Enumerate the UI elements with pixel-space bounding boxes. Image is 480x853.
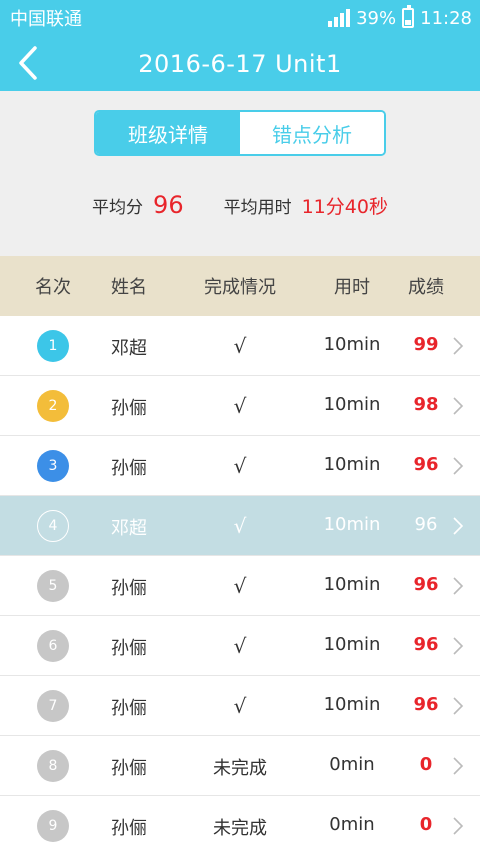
completion-status: √ (233, 694, 247, 718)
time-spent: 10min (323, 514, 381, 535)
time-spent: 10min (323, 334, 381, 355)
header-score: 成绩 (408, 277, 444, 298)
avg-time-value: 11分40秒 (301, 196, 388, 218)
time-spent: 10min (323, 574, 381, 595)
header-time: 用时 (334, 277, 370, 298)
student-name: 孙俪 (111, 458, 147, 479)
chevron-right-icon (453, 397, 464, 415)
table-row[interactable]: 1 邓超 √ 10min 99 (0, 316, 480, 376)
score: 0 (419, 754, 433, 775)
carrier-name: 中国联通 (10, 9, 82, 30)
completion-status: 未完成 (213, 818, 267, 839)
time-spent: 10min (323, 694, 381, 715)
chevron-left-icon (19, 46, 37, 80)
battery-icon (402, 5, 415, 28)
time-spent: 0min (329, 754, 375, 775)
status-bar: 中国联通 39% 11:28 (0, 0, 480, 36)
rank-badge: 8 (37, 750, 69, 782)
completion-status: √ (233, 574, 247, 598)
score: 98 (413, 394, 439, 415)
nav-bar: 2016-6-17 Unit1 (0, 36, 480, 91)
header-name: 姓名 (111, 277, 147, 298)
tab-switcher: 班级详情 错点分析 (94, 110, 386, 156)
avg-score: 平均分 96 (92, 191, 184, 219)
student-name: 邓超 (111, 338, 147, 359)
tab-class-details[interactable]: 班级详情 (96, 112, 240, 154)
back-button[interactable] (10, 41, 46, 85)
score: 96 (413, 454, 439, 475)
student-name: 邓超 (111, 518, 147, 539)
completion-status: √ (233, 334, 247, 358)
chevron-right-icon (453, 637, 464, 655)
completion-status: √ (233, 514, 247, 538)
rank-badge: 5 (37, 570, 69, 602)
rank-badge: 2 (37, 390, 69, 422)
table-header: 名次 姓名 完成情况 用时 成绩 (0, 256, 480, 316)
signal-icon (328, 9, 351, 27)
app-header: 中国联通 39% 11:28 2016-6-17 Unit1 (0, 0, 480, 91)
rank-badge: 9 (37, 810, 69, 842)
table-row[interactable]: 5 孙俪 √ 10min 96 (0, 556, 480, 616)
chevron-right-icon (453, 697, 464, 715)
avg-time-label: 平均用时 (223, 198, 292, 218)
battery-percent: 39% (356, 7, 397, 29)
page-title: 2016-6-17 Unit1 (138, 49, 342, 78)
status-indicators: 39% 11:28 (328, 5, 472, 29)
score: 96 (413, 634, 439, 655)
rank-badge: 7 (37, 690, 69, 722)
student-name: 孙俪 (111, 578, 147, 599)
header-rank: 名次 (35, 277, 71, 298)
student-name: 孙俪 (111, 758, 147, 779)
student-name: 孙俪 (111, 698, 147, 719)
completion-status: √ (233, 394, 247, 418)
completion-status: √ (233, 634, 247, 658)
score: 96 (413, 574, 439, 595)
clock: 11:28 (420, 7, 472, 29)
chevron-right-icon (453, 337, 464, 355)
student-name: 孙俪 (111, 818, 147, 839)
completion-status: √ (233, 454, 247, 478)
chevron-right-icon (453, 517, 464, 535)
chevron-right-icon (453, 757, 464, 775)
time-spent: 10min (323, 454, 381, 475)
student-name: 孙俪 (111, 398, 147, 419)
chevron-right-icon (453, 817, 464, 835)
score: 96 (414, 514, 438, 535)
score: 99 (413, 334, 439, 355)
time-spent: 0min (329, 814, 375, 835)
time-spent: 10min (323, 634, 381, 655)
table-row[interactable]: 6 孙俪 √ 10min 96 (0, 616, 480, 676)
table-row[interactable]: 8 孙俪 未完成 0min 0 (0, 736, 480, 796)
chevron-right-icon (453, 577, 464, 595)
tab-error-analysis[interactable]: 错点分析 (240, 112, 384, 154)
table-row-selected[interactable]: 4 邓超 √ 10min 96 (0, 496, 480, 556)
student-name: 孙俪 (111, 638, 147, 659)
ranking-list: 1 邓超 √ 10min 99 2 孙俪 √ 10min 98 3 孙俪 √ 1… (0, 316, 480, 853)
rank-badge: 6 (37, 630, 69, 662)
time-spent: 10min (323, 394, 381, 415)
table-row[interactable]: 9 孙俪 未完成 0min 0 (0, 796, 480, 853)
rank-badge: 1 (37, 330, 69, 362)
avg-score-value: 96 (153, 191, 184, 219)
avg-score-label: 平均分 (92, 198, 144, 218)
avg-time: 平均用时 11分40秒 (224, 192, 388, 219)
rank-badge: 4 (37, 510, 69, 542)
stats-row: 平均分 96 平均用时 11分40秒 (0, 191, 480, 219)
table-row[interactable]: 7 孙俪 √ 10min 96 (0, 676, 480, 736)
summary-panel: 班级详情 错点分析 平均分 96 平均用时 11分40秒 (0, 91, 480, 256)
chevron-right-icon (453, 457, 464, 475)
completion-status: 未完成 (213, 758, 267, 779)
header-status: 完成情况 (204, 277, 276, 298)
rank-badge: 3 (37, 450, 69, 482)
score: 96 (413, 694, 439, 715)
table-row[interactable]: 3 孙俪 √ 10min 96 (0, 436, 480, 496)
score: 0 (419, 814, 433, 835)
table-row[interactable]: 2 孙俪 √ 10min 98 (0, 376, 480, 436)
